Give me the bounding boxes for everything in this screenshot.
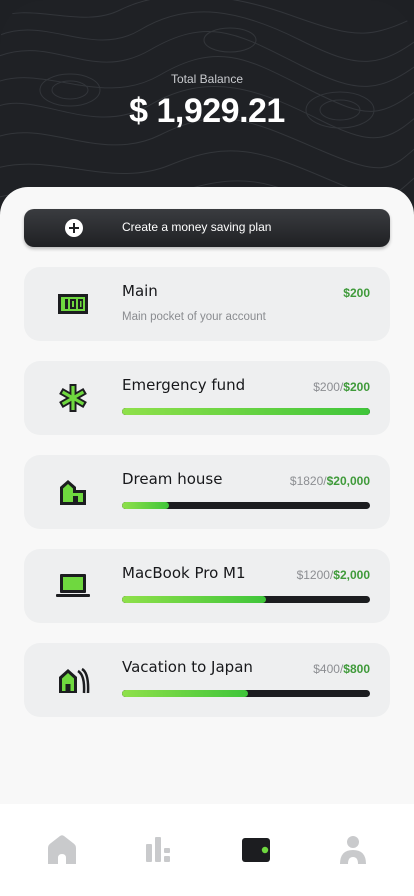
pocket-amount: $400/$800 — [313, 662, 370, 676]
medical-star-icon — [59, 384, 87, 412]
progress-bar — [122, 596, 370, 603]
progress-fill — [122, 596, 266, 603]
pocket-amount: $200 — [343, 286, 370, 300]
pocket-card-vacation-japan[interactable]: Vacation to Japan $400/$800 — [24, 643, 390, 717]
progress-bar — [122, 408, 370, 415]
pocket-card-macbook[interactable]: MacBook Pro M1 $1200/$2,000 — [24, 549, 390, 623]
stats-icon[interactable] — [142, 834, 174, 866]
pocket-title: Main — [122, 282, 158, 300]
banknote-icon — [58, 294, 88, 314]
pocket-card-emergency-fund[interactable]: Emergency fund $200/$200 — [24, 361, 390, 435]
pocket-title: MacBook Pro M1 — [122, 564, 246, 582]
laptop-icon — [56, 574, 90, 597]
profile-icon[interactable] — [337, 834, 369, 866]
total-balance-label: Total Balance — [170, 72, 244, 86]
pocket-amount: $1820/$20,000 — [289, 474, 370, 488]
create-plan-label: Create a money saving plan — [122, 220, 272, 234]
bottom-tab-bar — [0, 804, 414, 896]
progress-fill — [122, 690, 249, 697]
create-plan-button[interactable]: Create a money saving plan — [24, 209, 390, 247]
pocket-subtitle: Main pocket of your account — [122, 311, 266, 323]
home-icon[interactable] — [46, 834, 78, 866]
pocket-title: Vacation to Japan — [122, 658, 253, 676]
house-icon — [60, 480, 86, 505]
progress-fill — [122, 502, 170, 509]
total-balance-value: $ 1,929.21 — [129, 92, 285, 130]
pocket-card-main[interactable]: Main Main pocket of your account $200 — [24, 267, 390, 341]
progress-bar — [122, 690, 370, 697]
pocket-title: Dream house — [122, 470, 223, 488]
progress-bar — [122, 502, 370, 509]
progress-fill — [122, 408, 370, 415]
building-icon — [59, 667, 90, 694]
pocket-amount: $1200/$2,000 — [296, 568, 370, 582]
pocket-amount: $200/$200 — [313, 380, 370, 394]
pocket-title: Emergency fund — [122, 376, 246, 394]
wallet-icon[interactable] — [240, 834, 272, 866]
pocket-card-dream-house[interactable]: Dream house $1820/$20,000 — [24, 455, 390, 529]
plus-circle-icon — [65, 219, 83, 237]
